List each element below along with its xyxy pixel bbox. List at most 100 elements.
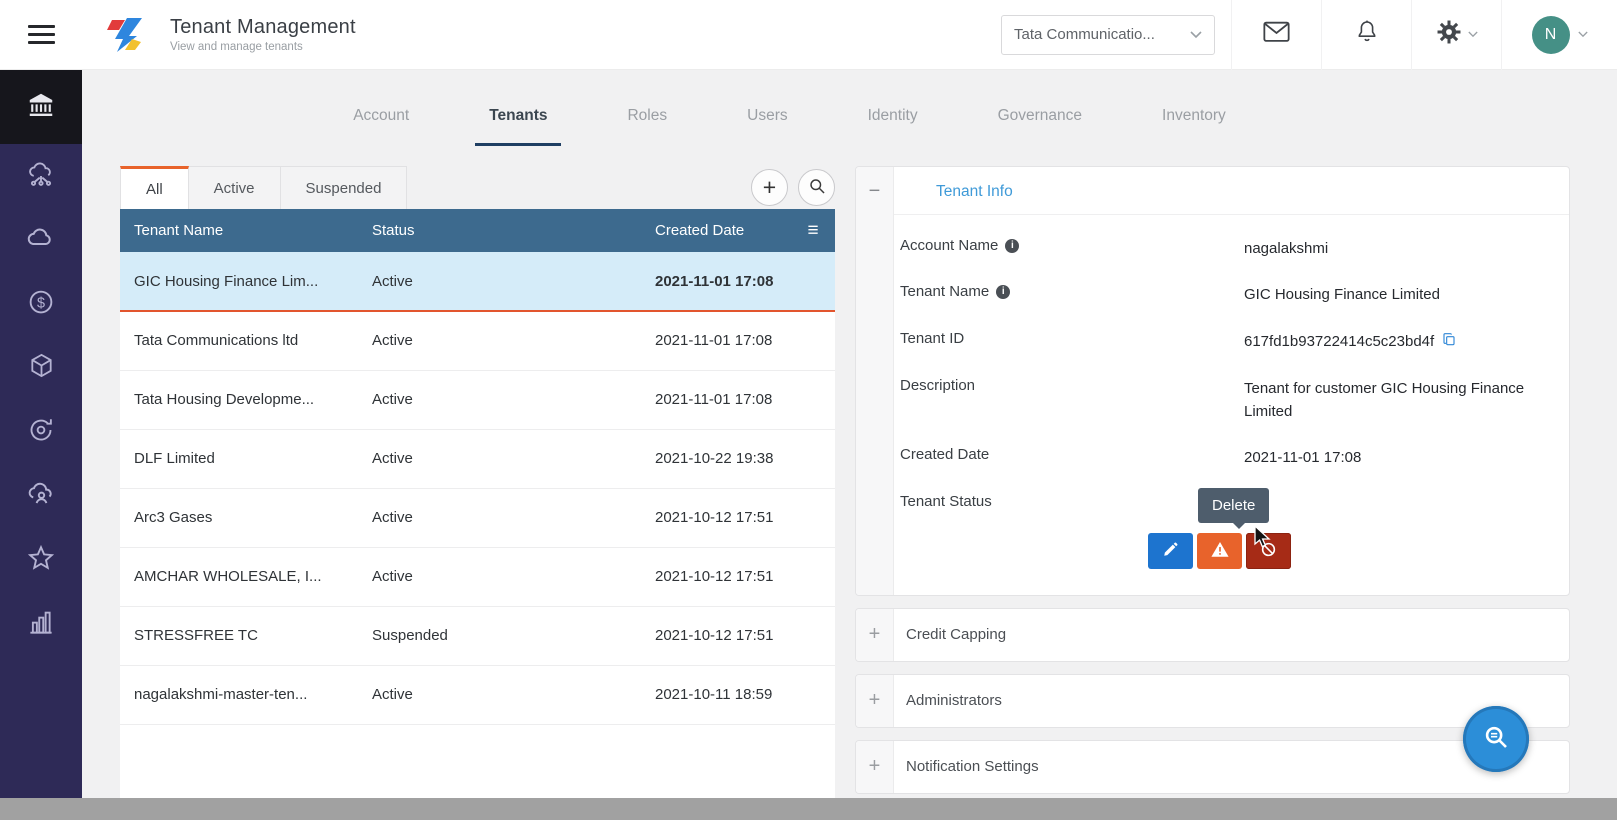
help-search-fab[interactable] — [1463, 706, 1529, 772]
table-header-row: Tenant Name Status Created Date ≡ — [120, 209, 835, 252]
accordion-credit-capping[interactable]: + Credit Capping — [855, 607, 1570, 662]
top-bar: Tenant Management View and manage tenant… — [0, 0, 1617, 70]
cell-tenant-name: STRESSFREE TC — [120, 606, 358, 666]
sidebar-item-cloud[interactable] — [0, 208, 82, 272]
sidebar-item-institution[interactable] — [0, 70, 82, 144]
tenant-list-panel: All Active Suspended + Tenant Name Statu… — [120, 166, 835, 811]
settings-button[interactable] — [1411, 0, 1501, 70]
menu-bar — [27, 33, 55, 36]
accordion-content: Administrators — [894, 675, 1569, 727]
field-description: Description Tenant for customer GIC Hous… — [900, 377, 1545, 424]
cell-created: 2021-10-11 18:59 — [641, 665, 791, 725]
expand-toggle[interactable]: + — [856, 674, 894, 727]
plus-icon: + — [868, 689, 881, 711]
tenant-table: Tenant Name Status Created Date ≡ GIC Ho… — [120, 209, 835, 725]
delete-tenant-button[interactable] — [1246, 532, 1291, 569]
add-tenant-button[interactable]: + — [751, 169, 788, 206]
cell-tenant-name: Arc3 Gases — [120, 488, 358, 548]
table-row[interactable]: AMCHAR WHOLESALE, I... Active 2021-10-12… — [120, 547, 835, 607]
cell-tenant-name: Tata Housing Developme... — [120, 370, 358, 430]
tab-roles[interactable]: Roles — [613, 107, 681, 146]
field-value: nagalakshmi — [1244, 240, 1329, 257]
sidebar-item-cloud-network[interactable] — [0, 144, 82, 208]
chevron-down-icon — [1577, 31, 1588, 38]
chevron-down-icon — [1467, 31, 1478, 38]
cell-status: Active — [358, 488, 641, 548]
filter-tab-suspended[interactable]: Suspended — [280, 166, 408, 209]
cell-created: 2021-10-12 17:51 — [641, 547, 791, 607]
notifications-button[interactable] — [1321, 0, 1411, 70]
expand-toggle[interactable]: + — [856, 608, 894, 661]
institution-icon — [26, 90, 56, 125]
cell-created: 2021-10-22 19:38 — [641, 429, 791, 489]
list-toolbar-buttons: + — [741, 169, 835, 206]
filter-tab-active[interactable]: Active — [188, 166, 281, 209]
field-value: GIC Housing Finance Limited — [1244, 286, 1440, 304]
field-value: Tenant for customer GIC Housing Finance … — [1244, 379, 1525, 420]
tenant-detail-panel: − Tenant Info Account Name i nagalakshmi — [855, 166, 1570, 794]
accordion-notification-settings[interactable]: + Notification Settings — [855, 739, 1570, 794]
field-value: 2021-11-01 17:08 — [1244, 449, 1362, 467]
field-created-date: Created Date 2021-11-01 17:08 — [900, 446, 1545, 469]
edit-tenant-button[interactable] — [1148, 532, 1193, 569]
mail-icon — [1263, 21, 1290, 48]
tenant-info-content: Tenant Info Account Name i nagalakshmi T… — [894, 167, 1569, 595]
field-value — [1244, 493, 1545, 510]
top-bar-right: Tata Communicatio... N — [1001, 0, 1617, 70]
table-row[interactable]: STRESSFREE TC Suspended 2021-10-12 17:51 — [120, 606, 835, 666]
cloud-network-icon — [26, 159, 56, 194]
page-title: Tenant Management — [170, 16, 356, 38]
field-label: Description — [900, 376, 976, 394]
search-button[interactable] — [798, 169, 835, 206]
delete-tooltip: Delete — [1198, 487, 1270, 529]
field-account-name: Account Name i nagalakshmi — [900, 237, 1545, 260]
table-row[interactable]: DLF Limited Active 2021-10-22 19:38 — [120, 429, 835, 489]
bell-icon — [1355, 19, 1379, 50]
sidebar-item-packages[interactable] — [0, 336, 82, 400]
plus-icon: + — [868, 623, 881, 645]
tab-identity[interactable]: Identity — [854, 107, 932, 146]
column-menu-button[interactable]: ≡ — [791, 209, 835, 252]
sidebar-item-settings-sync[interactable] — [0, 400, 82, 464]
field-label: Tenant Name — [900, 283, 990, 301]
table-row[interactable]: Tata Communications ltd Active 2021-11-0… — [120, 311, 835, 371]
info-icon[interactable]: i — [1005, 239, 1020, 253]
accordion-administrators[interactable]: + Administrators — [855, 673, 1570, 728]
sidebar-item-billing[interactable]: $ — [0, 272, 82, 336]
menu-button[interactable] — [0, 25, 82, 44]
plus-icon: + — [762, 174, 777, 200]
cloud-icon — [25, 222, 57, 259]
sidebar-item-favorites[interactable] — [0, 528, 82, 592]
sidebar-item-analytics[interactable] — [0, 592, 82, 656]
sidebar-item-cloud-users[interactable] — [0, 464, 82, 528]
cell-tenant-name: GIC Housing Finance Lim... — [120, 252, 358, 312]
tenant-info-fields: Account Name i nagalakshmi Tenant Name i — [894, 215, 1569, 569]
tab-account[interactable]: Account — [339, 107, 423, 146]
info-icon[interactable]: i — [996, 285, 1011, 300]
table-row[interactable]: Arc3 Gases Active 2021-10-12 17:51 — [120, 488, 835, 548]
user-menu[interactable]: N — [1501, 0, 1617, 70]
content-row: All Active Suspended + Tenant Name Statu… — [82, 146, 1617, 811]
org-selector[interactable]: Tata Communicatio... — [1001, 14, 1215, 55]
mail-button[interactable] — [1231, 0, 1321, 70]
expand-toggle[interactable]: + — [856, 740, 894, 793]
title-block: Tenant Management View and manage tenant… — [170, 16, 356, 53]
tab-governance[interactable]: Governance — [984, 107, 1096, 146]
table-row[interactable]: nagalakshmi-master-ten... Active 2021-10… — [120, 665, 835, 725]
cell-created: 2021-11-01 17:08 — [641, 252, 791, 312]
suspend-tenant-button[interactable] — [1197, 532, 1242, 569]
dollar-circle-icon: $ — [26, 287, 56, 322]
copy-icon[interactable] — [1441, 331, 1457, 354]
warning-icon — [1210, 540, 1230, 561]
table-row[interactable]: Tata Housing Developme... Active 2021-11… — [120, 370, 835, 430]
tab-tenants[interactable]: Tenants — [475, 107, 562, 146]
menu-lines-icon: ≡ — [807, 219, 819, 241]
cell-status: Active — [358, 665, 641, 725]
section-title: Tenant Info — [894, 167, 1569, 215]
filter-tab-all[interactable]: All — [120, 166, 189, 209]
tab-inventory[interactable]: Inventory — [1148, 107, 1240, 146]
status-filter-tabs: All Active Suspended — [120, 166, 408, 209]
table-row[interactable]: GIC Housing Finance Lim... Active 2021-1… — [120, 252, 835, 312]
collapse-toggle[interactable]: − — [856, 167, 894, 595]
tab-users[interactable]: Users — [733, 107, 801, 146]
